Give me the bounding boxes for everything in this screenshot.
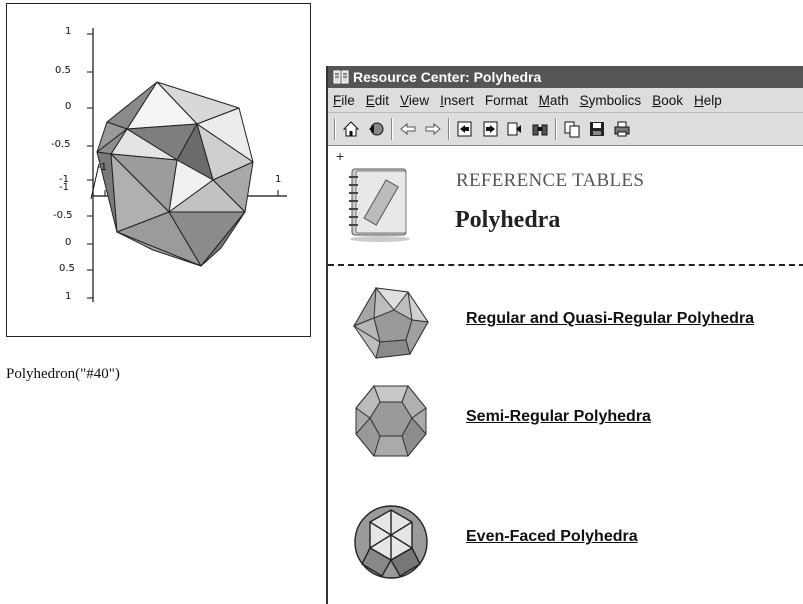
even-faced-polyhedron-thumbnail-icon[interactable]	[350, 500, 432, 580]
x-tick-label: -1	[97, 162, 107, 173]
save-button[interactable]	[586, 118, 608, 140]
menu-symbolics-mnemonic: S	[579, 92, 589, 108]
print-icon	[614, 121, 630, 137]
index-button[interactable]	[504, 118, 526, 140]
back-globe-icon	[369, 122, 384, 136]
menu-math[interactable]: Math	[534, 93, 575, 108]
menu-book[interactable]: Book	[647, 93, 689, 108]
index-icon	[507, 122, 521, 136]
previous-page-button[interactable]	[454, 118, 476, 140]
menu-file-label: ile	[341, 92, 355, 108]
title-bar[interactable]: Resource Center: Polyhedra	[328, 66, 803, 88]
page-title: Polyhedra	[455, 207, 561, 233]
menu-symbolics[interactable]: Symbolics	[575, 93, 648, 108]
back-button[interactable]	[397, 118, 419, 140]
z-tick-label: 1	[65, 26, 72, 37]
menu-help-label: elp	[703, 92, 722, 108]
prev-page-icon	[457, 121, 472, 137]
menu-format-label: Format	[484, 92, 528, 108]
cuboctahedron-thumbnail-icon[interactable]	[350, 282, 432, 362]
menu-book-mnemonic: B	[652, 92, 662, 108]
menu-edit[interactable]: Edit	[361, 93, 395, 108]
x-tick-label: 1	[275, 174, 282, 185]
menu-insert[interactable]: Insert	[435, 93, 480, 108]
list-item: Even-Faced Polyhedra	[328, 500, 803, 580]
z-tick-label: 0.5	[55, 65, 71, 76]
menu-math-label: ath	[549, 92, 569, 108]
toolbar-separator	[448, 118, 450, 140]
save-icon	[590, 122, 604, 136]
menu-view[interactable]: View	[395, 93, 435, 108]
forward-button[interactable]	[422, 118, 444, 140]
copy-button[interactable]	[561, 118, 583, 140]
menu-view-label: iew	[408, 92, 430, 108]
menu-bar: File Edit View Insert Format Math Symbol…	[328, 88, 803, 113]
menu-format[interactable]: Format	[480, 93, 534, 108]
z-tick-label: -0.5	[51, 139, 71, 150]
reference-book-icon	[349, 168, 410, 242]
menu-help-mnemonic: H	[693, 92, 704, 108]
next-page-button[interactable]	[479, 118, 501, 140]
menu-edit-label: dit	[374, 92, 390, 108]
menu-view-mnemonic: V	[400, 92, 409, 108]
divider	[328, 264, 803, 266]
menu-symbolics-label: ymbolics	[588, 92, 642, 108]
polyhedron-plot	[87, 28, 287, 302]
z-tick-label: 0	[65, 101, 72, 112]
search-binoculars-icon	[532, 124, 548, 136]
menu-file[interactable]: File	[328, 93, 361, 108]
z-tick-label: -1	[59, 182, 69, 193]
forward-arrow-icon	[425, 122, 441, 136]
z-tick-label: 0	[65, 237, 72, 248]
resource-center-window: Resource Center: Polyhedra File Edit Vie…	[326, 66, 803, 604]
content-area[interactable]: + REFERENCE TABLES Polyhedra Regular and…	[328, 146, 803, 602]
back-globe-button[interactable]	[365, 118, 387, 140]
truncated-cuboctahedron-thumbnail-icon[interactable]	[350, 380, 432, 460]
menu-edit-mnemonic: E	[365, 92, 375, 108]
menu-math-mnemonic: M	[538, 92, 550, 108]
resource-center-icon	[333, 70, 349, 84]
z-tick-label: 1	[65, 291, 72, 302]
menu-book-label: ook	[661, 92, 683, 108]
z-tick-label: -0.5	[53, 210, 73, 221]
menu-file-mnemonic: F	[333, 92, 342, 108]
plot-frame[interactable]: 1 0.5 0 -0.5 -1 -1 -0.5 0 0.5 1 -1 1	[6, 3, 311, 337]
toolbar-separator	[391, 118, 393, 140]
next-page-icon	[483, 121, 498, 137]
toolbar-separator	[555, 118, 557, 140]
search-button[interactable]	[529, 118, 551, 140]
print-button[interactable]	[611, 118, 633, 140]
z-tick-label: 0.5	[59, 263, 75, 274]
list-item: Regular and Quasi-Regular Polyhedra	[328, 282, 803, 362]
copy-icon	[564, 121, 580, 138]
menu-help[interactable]: Help	[689, 93, 728, 108]
link-regular-quasi-regular-polyhedra[interactable]: Regular and Quasi-Regular Polyhedra	[466, 310, 754, 328]
home-button[interactable]	[340, 118, 362, 140]
plot-caption: Polyhedron("#40")	[6, 366, 120, 382]
link-even-faced-polyhedra[interactable]: Even-Faced Polyhedra	[466, 528, 638, 546]
home-icon	[342, 121, 360, 137]
expand-plus-icon[interactable]: +	[336, 148, 344, 164]
back-arrow-icon	[400, 122, 416, 136]
window-title: Resource Center: Polyhedra	[353, 69, 542, 85]
list-item: Semi-Regular Polyhedra	[328, 380, 803, 460]
section-title: REFERENCE TABLES	[456, 170, 645, 191]
menu-insert-label: nsert	[443, 92, 474, 108]
toolbar	[328, 113, 803, 146]
toolbar-separator	[334, 118, 336, 140]
link-semi-regular-polyhedra[interactable]: Semi-Regular Polyhedra	[466, 408, 651, 426]
